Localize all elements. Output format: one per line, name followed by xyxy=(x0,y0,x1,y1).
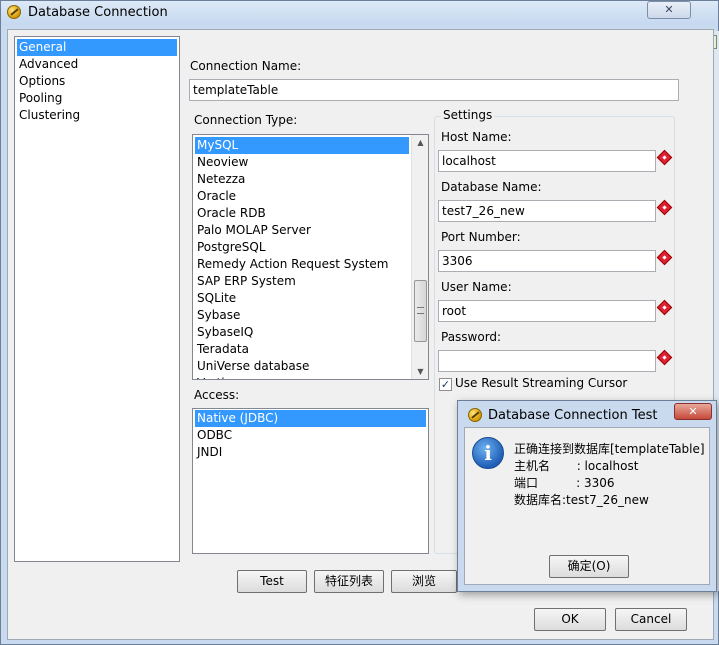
settings-group-label: Settings xyxy=(441,108,495,122)
dialog-message-line: 数据库名:test7_26_new xyxy=(514,493,649,507)
nav-item[interactable]: Options xyxy=(17,73,177,90)
connection-type-item[interactable]: Oracle xyxy=(195,188,409,205)
connection-type-item[interactable]: SAP ERP System xyxy=(195,273,409,290)
password-label: Password: xyxy=(441,330,502,344)
info-icon: i xyxy=(472,437,504,469)
dialog-title: Database Connection Test xyxy=(488,408,658,423)
connection-type-item[interactable]: PostgreSQL xyxy=(195,239,409,256)
title-bar[interactable]: Database Connection ✕ xyxy=(1,1,718,25)
nav-item[interactable]: Clustering xyxy=(17,107,177,124)
app-icon xyxy=(468,408,482,422)
connection-type-item[interactable]: Remedy Action Request System xyxy=(195,256,409,273)
window-title: Database Connection xyxy=(28,5,168,20)
connection-name-input[interactable]: templateTable xyxy=(189,79,679,101)
streaming-cursor-label: Use Result Streaming Cursor xyxy=(455,376,628,390)
connection-name-label: Connection Name: xyxy=(190,59,302,73)
close-button[interactable]: ✕ xyxy=(647,1,691,19)
user-name-input[interactable]: root xyxy=(438,300,656,322)
port-number-input[interactable]: 3306 xyxy=(438,250,656,272)
database-name-input[interactable]: test7_26_new xyxy=(438,200,656,222)
scroll-down-icon[interactable]: ▼ xyxy=(413,364,428,379)
browse-button[interactable]: 浏览 xyxy=(391,570,457,593)
access-option-item[interactable]: Native (JDBC) xyxy=(195,410,426,427)
streaming-cursor-checkbox[interactable]: ✓ xyxy=(439,378,452,391)
dialog-body: i 正确连接到数据库[templateTable] 主机名 : localhost… xyxy=(464,427,710,585)
connection-type-item[interactable]: Oracle RDB xyxy=(195,205,409,222)
password-input[interactable] xyxy=(438,350,656,372)
connection-type-item[interactable]: Vertica xyxy=(195,375,409,379)
dialog-message-line: 端口 : 3306 xyxy=(514,476,615,490)
user-name-label: User Name: xyxy=(441,280,512,294)
port-number-label: Port Number: xyxy=(441,230,521,244)
connection-type-scrollbar[interactable]: ▲ ▼ xyxy=(411,135,428,379)
cancel-button[interactable]: Cancel xyxy=(615,608,687,631)
ok-button[interactable]: OK xyxy=(534,608,606,631)
connection-type-item[interactable]: Sybase xyxy=(195,307,409,324)
nav-item[interactable]: General xyxy=(17,39,177,56)
access-list[interactable]: Native (JDBC) ODBC JNDI xyxy=(192,408,429,554)
close-icon: ✕ xyxy=(688,405,698,418)
connection-type-item[interactable]: Neoview xyxy=(195,154,409,171)
connection-type-label: Connection Type: xyxy=(194,113,298,127)
database-name-label: Database Name: xyxy=(441,180,542,194)
dialog-message-line: 正确连接到数据库[templateTable] xyxy=(514,442,705,456)
connection-type-item[interactable]: Palo MOLAP Server xyxy=(195,222,409,239)
close-icon: ✕ xyxy=(664,3,674,16)
dialog-close-button[interactable]: ✕ xyxy=(674,403,712,420)
connection-type-item[interactable]: SybaseIQ xyxy=(195,324,409,341)
access-label: Access: xyxy=(194,388,240,402)
access-option-item[interactable]: JNDI xyxy=(195,444,426,461)
scroll-up-icon[interactable]: ▲ xyxy=(413,135,428,150)
connection-type-item[interactable]: MySQL xyxy=(195,137,409,154)
nav-item[interactable]: Advanced xyxy=(17,56,177,73)
connection-type-item[interactable]: UniVerse database xyxy=(195,358,409,375)
access-option-item[interactable]: ODBC xyxy=(195,427,426,444)
host-name-label: Host Name: xyxy=(441,130,512,144)
connection-type-item[interactable]: SQLite xyxy=(195,290,409,307)
nav-item[interactable]: Pooling xyxy=(17,90,177,107)
feature-list-button[interactable]: 特征列表 xyxy=(314,570,384,593)
connection-type-item[interactable]: Teradata xyxy=(195,341,409,358)
dialog-message: 正确连接到数据库[templateTable] 主机名 : localhost 端口… xyxy=(514,441,705,509)
dialog-ok-button[interactable]: 确定(O) xyxy=(549,555,629,578)
connection-type-item[interactable]: Netezza xyxy=(195,171,409,188)
host-name-input[interactable]: localhost xyxy=(438,150,656,172)
grip-icon xyxy=(417,307,424,314)
dialog-message-line: 主机名 : localhost xyxy=(514,459,639,473)
nav-list: General Advanced Options Pooling Clustering xyxy=(14,36,180,562)
app-icon xyxy=(7,5,21,19)
connection-type-list[interactable]: MySQL Neoview Netezza Oracle Oracle RDB Palo … xyxy=(192,134,429,380)
connection-test-dialog: Database Connection Test ✕ i 正确连接到数据库[te… xyxy=(457,400,717,592)
test-button[interactable]: Test xyxy=(237,570,307,593)
